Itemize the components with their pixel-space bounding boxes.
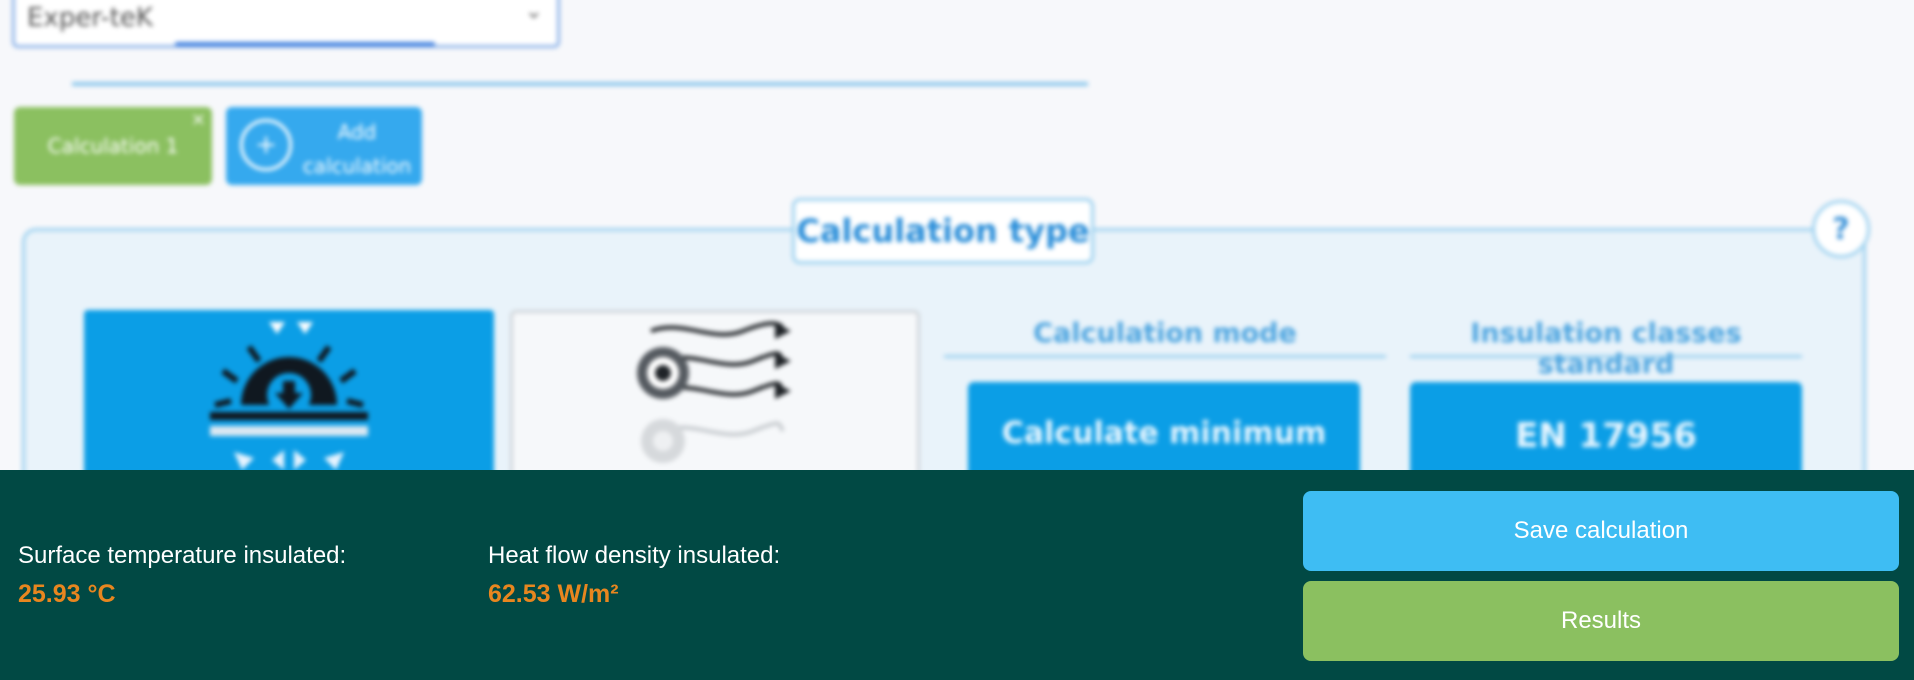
surface-temperature-label: Surface temperature insulated: <box>18 542 347 569</box>
calculation-type-title: Calculation type <box>792 198 1094 264</box>
heat-flow-density-result: Heat flow density insulated: 62.53 W/m² <box>488 542 780 609</box>
tab-calculation-1[interactable]: Calculation 1 × <box>14 107 212 185</box>
plus-icon: + <box>240 119 292 171</box>
help-icon[interactable]: ? <box>1812 200 1870 258</box>
manufacturer-select-value: Exper-teK <box>27 3 153 33</box>
add-calculation-button[interactable]: + Add calculation <box>226 107 422 185</box>
section-divider <box>72 82 1088 86</box>
heat-flow-density-value: 62.53 W/m² <box>488 580 619 608</box>
close-icon[interactable]: × <box>191 109 206 130</box>
calculation-mode-heading: Calculation mode <box>944 318 1386 358</box>
manufacturer-select[interactable]: Exper-teK ⌄ <box>12 0 560 48</box>
insulation-standard-heading: Insulation classes standard <box>1410 318 1802 380</box>
surface-temperature-value: 25.93 °C <box>18 580 116 608</box>
select-focus-underline <box>175 42 435 46</box>
heat-flow-density-label: Heat flow density insulated: <box>488 542 781 569</box>
results-footer: Surface temperature insulated: 25.93 °C … <box>0 470 1914 680</box>
surface-temperature-result: Surface temperature insulated: 25.93 °C <box>18 542 346 609</box>
tab-calculation-1-label: Calculation 1 <box>47 134 179 158</box>
save-calculation-button[interactable]: Save calculation <box>1303 491 1899 571</box>
results-button[interactable]: Results <box>1303 581 1899 661</box>
chevron-down-icon: ⌄ <box>524 0 543 24</box>
add-calculation-label: Add calculation <box>302 120 412 178</box>
